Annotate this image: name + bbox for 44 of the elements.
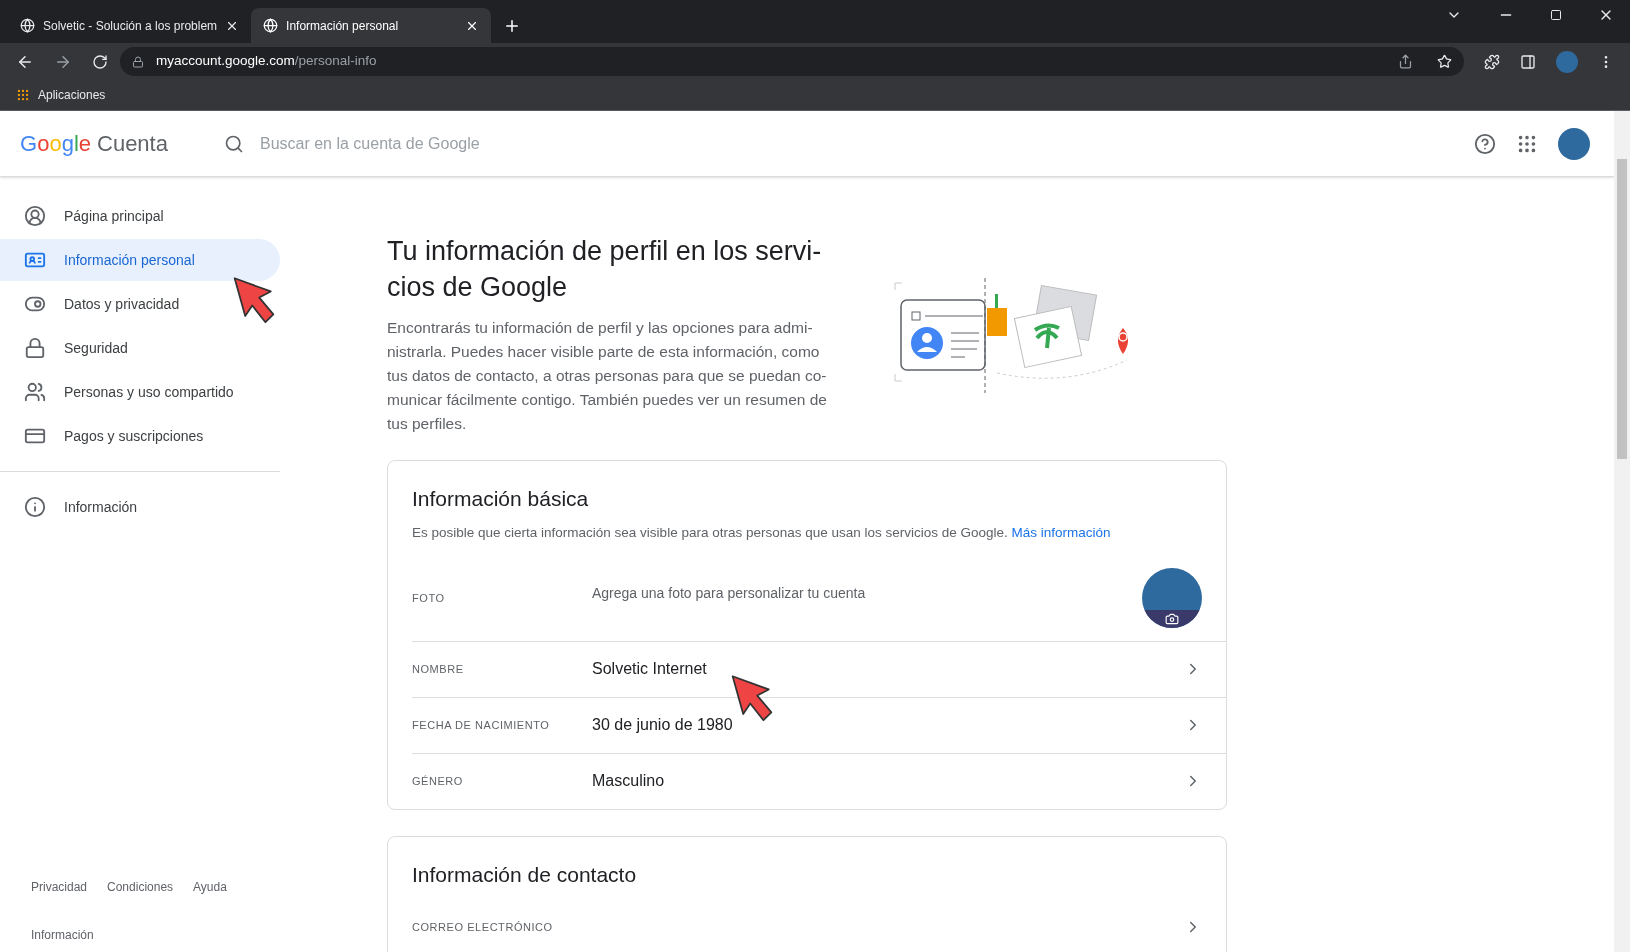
camera-icon	[1165, 611, 1179, 626]
extensions-icon[interactable]	[1484, 53, 1500, 70]
page-title: Tu información de perfil en los servi- cios de Google	[387, 235, 823, 304]
nav-icon	[24, 205, 46, 227]
address-field[interactable]: myaccount.google.com/personal-info	[120, 47, 1464, 76]
sidebar-item[interactable]: Personas y uso compartido	[0, 371, 280, 413]
share-icon[interactable]	[1398, 54, 1413, 69]
intro-paragraph: Encontrarás tu información de perfil y las opciones para admi- nistrarla. Puedes hacer visible parte de esta información, como tus datos de contacto, a otras personas para que se puedan co- municar fácilmente contigo. También puedes ver un resumen de tus perfiles.	[387, 318, 827, 434]
side-panel-icon[interactable]	[1520, 53, 1536, 70]
info-row[interactable]: CORREO ELECTRÓNICO	[412, 912, 1226, 943]
card-title: Información de contacto	[412, 861, 638, 888]
account-avatar[interactable]	[1558, 127, 1590, 160]
sidebar-item[interactable]: Información	[0, 486, 280, 528]
sidebar-item[interactable]: Datos y privacidad	[0, 283, 280, 325]
info-row[interactable]: FOTO Agrega una foto para personalizar tu cuenta	[412, 554, 1226, 641]
footer-link[interactable]: Condiciones	[107, 878, 174, 896]
search-icon	[223, 133, 244, 154]
bookmark-item[interactable]: Aplicaciones	[16, 86, 106, 104]
sidebar-item[interactable]: Página principal	[0, 195, 280, 237]
nav-icon	[24, 337, 46, 359]
info-row[interactable]: GÉNERO Masculino	[412, 752, 1226, 809]
sidebar-item[interactable]: Información personal	[0, 239, 280, 281]
card-title: Información básica	[412, 486, 590, 512]
footer-link[interactable]: Ayuda	[193, 878, 227, 896]
search-field[interactable]: Buscar en la cuenta de Google	[259, 131, 1474, 156]
footer-link[interactable]: Privacidad	[31, 878, 88, 896]
lock-icon	[132, 55, 144, 68]
more-info-link[interactable]: Más información	[1011, 524, 1111, 540]
sidebar-item[interactable]: Pagos y suscripciones	[0, 415, 280, 457]
nav-icon	[24, 381, 46, 403]
bookmark-star-icon[interactable]	[1437, 54, 1452, 69]
footer-link[interactable]: Información	[0, 926, 282, 944]
reload-icon[interactable]	[92, 53, 108, 70]
favicon-icon	[20, 18, 35, 33]
favicon-icon	[263, 18, 279, 33]
apps-grid-icon	[16, 88, 30, 102]
google-account-logo[interactable]: Google Cuenta	[20, 127, 168, 160]
browser-tab[interactable]: Solvetic - Solución a los problem	[8, 8, 252, 43]
card-description: Es posible que cierta información sea visible para otras personas que usan los servicios de Google. Más información	[412, 523, 1112, 542]
help-icon[interactable]	[1474, 132, 1496, 155]
nav-icon	[24, 496, 46, 518]
maximize-icon[interactable]	[1550, 9, 1562, 21]
sidebar-item[interactable]: Seguridad	[0, 327, 280, 369]
browser-tab[interactable]: Información personal	[251, 8, 492, 43]
